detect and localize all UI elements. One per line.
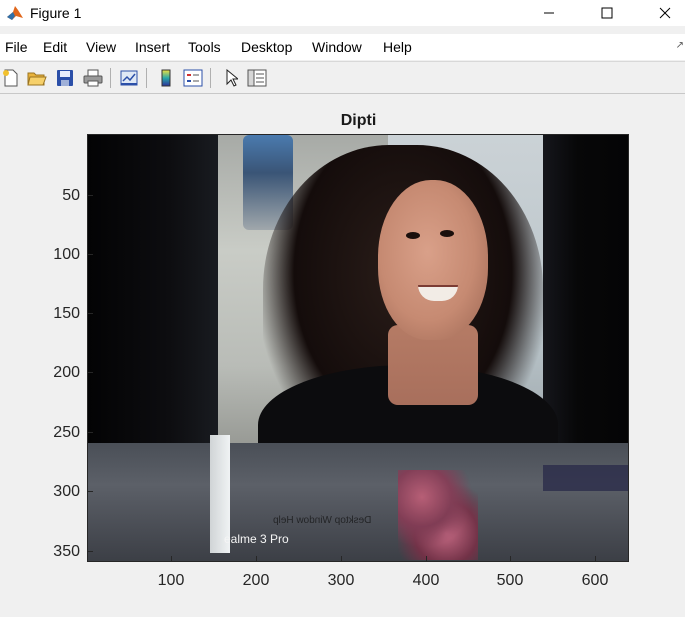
menu-edit[interactable]: Edit bbox=[43, 39, 67, 55]
figure-canvas: Dipti Desktop Window Help ealme 3 Pro 50… bbox=[0, 95, 685, 617]
edit-plot-arrow-icon bbox=[226, 69, 238, 87]
xtick-label: 400 bbox=[412, 572, 440, 589]
edit-plot-button[interactable] bbox=[220, 67, 242, 89]
xtick-label: 100 bbox=[157, 572, 185, 589]
dock-arrow-icon[interactable]: ↗ bbox=[676, 40, 684, 51]
xtick-mark bbox=[171, 556, 172, 561]
photo-dark-right-region bbox=[543, 135, 628, 455]
print-button[interactable] bbox=[82, 67, 104, 89]
insert-legend-button[interactable] bbox=[182, 67, 204, 89]
menu-tools[interactable]: Tools bbox=[188, 39, 221, 55]
close-icon bbox=[659, 7, 671, 19]
ytick-label: 200 bbox=[53, 364, 80, 381]
photo-watermark: ealme 3 Pro bbox=[224, 532, 289, 546]
open-file-button[interactable] bbox=[26, 67, 48, 89]
ytick-label: 50 bbox=[62, 187, 80, 204]
photo-laptop-titlebar bbox=[543, 465, 628, 491]
toolbar-separator bbox=[110, 68, 111, 88]
maximize-button[interactable] bbox=[578, 0, 636, 26]
menu-bar: File Edit View Insert Tools Desktop Wind… bbox=[0, 34, 685, 60]
photo-flowers bbox=[398, 470, 478, 560]
ytick-mark bbox=[88, 491, 93, 492]
menu-window[interactable]: Window bbox=[312, 39, 362, 55]
ytick-label: 150 bbox=[53, 305, 80, 322]
figure-window: Figure 1 File Edit View Insert Tools Des… bbox=[0, 0, 685, 617]
ytick-mark bbox=[88, 432, 93, 433]
insert-colorbar-button[interactable] bbox=[155, 67, 177, 89]
insert-colorbar-icon bbox=[161, 69, 171, 87]
xtick-mark bbox=[426, 556, 427, 561]
print-icon bbox=[83, 69, 103, 87]
open-file-icon bbox=[27, 72, 47, 86]
ytick-mark bbox=[88, 313, 93, 314]
ytick-mark bbox=[88, 372, 93, 373]
menu-file[interactable]: File bbox=[5, 39, 28, 55]
ytick-label: 300 bbox=[53, 483, 80, 500]
ytick-label: 250 bbox=[53, 424, 80, 441]
property-editor-button[interactable] bbox=[246, 67, 268, 89]
displayed-photo: Desktop Window Help ealme 3 Pro bbox=[88, 135, 628, 561]
link-plot-icon bbox=[120, 70, 138, 86]
photo-laptop-band bbox=[88, 443, 628, 561]
close-button[interactable] bbox=[636, 0, 685, 26]
save-icon bbox=[57, 70, 73, 86]
ytick-mark bbox=[88, 195, 93, 196]
new-figure-icon bbox=[3, 69, 18, 87]
toolbar-separator bbox=[210, 68, 211, 88]
menu-desktop[interactable]: Desktop bbox=[241, 39, 292, 55]
xtick-mark bbox=[256, 556, 257, 561]
new-figure-button[interactable] bbox=[0, 67, 22, 89]
photo-face bbox=[378, 180, 488, 340]
menu-help[interactable]: Help bbox=[383, 39, 412, 55]
xtick-label: 600 bbox=[581, 572, 609, 589]
matlab-logo-icon bbox=[7, 6, 23, 20]
insert-legend-icon bbox=[183, 69, 203, 87]
photo-dark-left-region bbox=[88, 135, 224, 445]
ytick-label: 350 bbox=[53, 543, 80, 560]
ytick-mark bbox=[88, 551, 93, 552]
photo-right-eye bbox=[440, 230, 454, 237]
property-editor-icon bbox=[247, 69, 267, 87]
xtick-mark bbox=[341, 556, 342, 561]
axes-title: Dipti bbox=[340, 112, 377, 129]
ytick-label: 100 bbox=[53, 246, 80, 263]
link-plot-button[interactable] bbox=[118, 67, 140, 89]
title-bar[interactable]: Figure 1 bbox=[0, 0, 685, 26]
figure-toolbar bbox=[0, 61, 685, 94]
minimize-button[interactable] bbox=[520, 0, 578, 26]
photo-left-eye bbox=[406, 232, 420, 239]
toolbar-separator bbox=[146, 68, 147, 88]
ytick-mark bbox=[88, 254, 93, 255]
menu-view[interactable]: View bbox=[86, 39, 116, 55]
photo-laptop-menu-text: Desktop Window Help bbox=[273, 515, 372, 526]
maximize-icon bbox=[601, 7, 613, 19]
xtick-label: 300 bbox=[327, 572, 355, 589]
minimize-icon bbox=[544, 12, 554, 14]
xtick-mark bbox=[595, 556, 596, 561]
save-button[interactable] bbox=[54, 67, 76, 89]
xtick-label: 200 bbox=[242, 572, 270, 589]
image-axes[interactable]: Desktop Window Help ealme 3 Pro bbox=[87, 134, 629, 562]
xtick-label: 500 bbox=[496, 572, 524, 589]
menu-insert[interactable]: Insert bbox=[135, 39, 170, 55]
xtick-mark bbox=[510, 556, 511, 561]
window-title: Figure 1 bbox=[30, 5, 82, 21]
